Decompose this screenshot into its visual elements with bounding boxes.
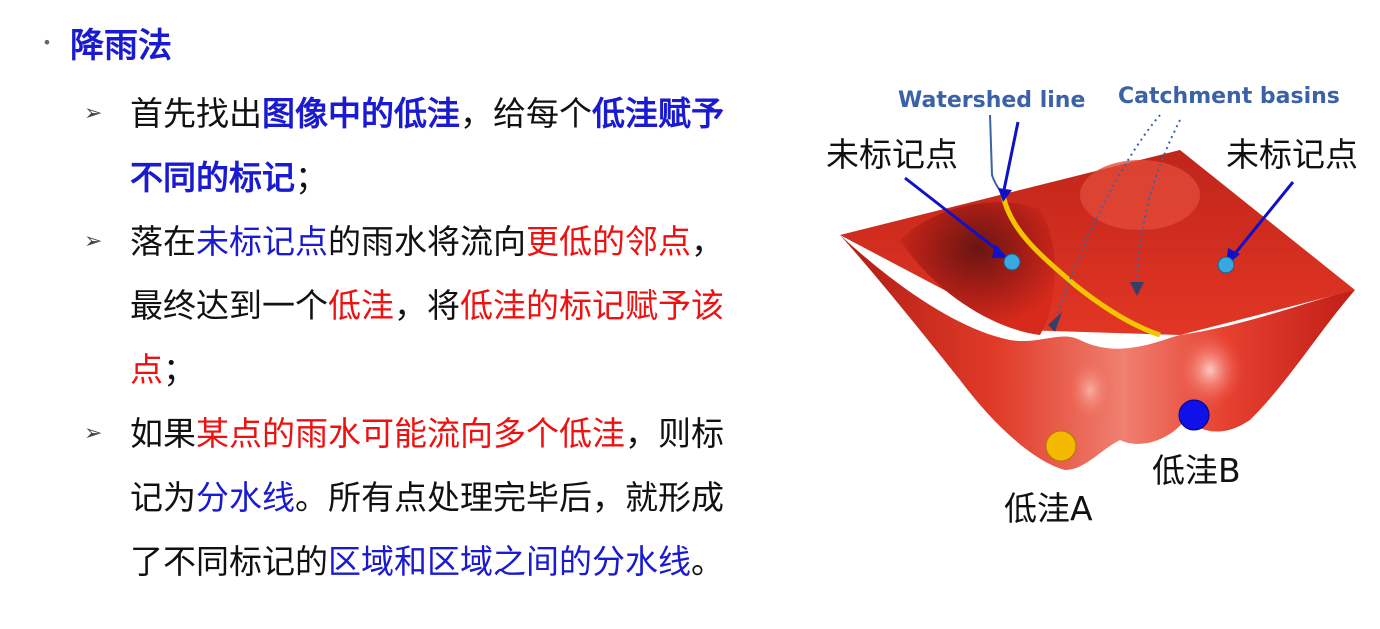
watershed-label: Watershed line [898, 88, 1086, 113]
basin-b-marker [1178, 399, 1210, 431]
front-highlight [1175, 330, 1245, 410]
basin-a-marker [1045, 430, 1077, 462]
unmarked-point-left [1003, 253, 1021, 271]
unmarked-label-left: 未标记点 [826, 135, 958, 174]
catchment-label: Catchment basins [1118, 84, 1340, 109]
basin-b-label: 低洼B [1152, 451, 1241, 490]
ridge-highlight [1080, 160, 1200, 230]
unmarked-label-right: 未标记点 [1226, 135, 1358, 174]
arrow-watershed [1002, 121, 1020, 191]
front-highlight-2 [1065, 355, 1115, 425]
basin-a-label: 低洼A [1004, 489, 1093, 528]
unmarked-point-right [1217, 256, 1235, 274]
watershed-pointer [989, 114, 1004, 196]
